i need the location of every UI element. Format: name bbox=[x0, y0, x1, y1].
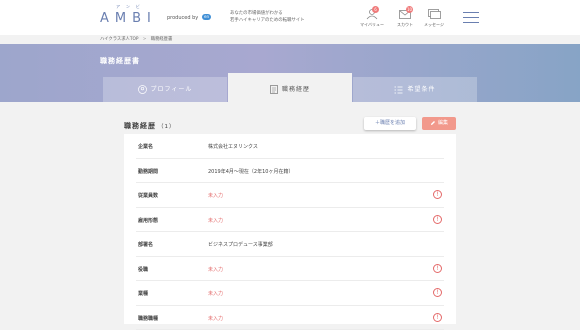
detail-row: 部署名 ビジネスプロデュース事業部 bbox=[136, 232, 444, 257]
breadcrumb-current: 職務経歴書 bbox=[151, 37, 172, 42]
site-header: アンビ AMBI produced by en あなたの市場価値がわかる 若手ハ… bbox=[0, 0, 580, 35]
document-icon bbox=[270, 85, 278, 94]
tagline: あなたの市場価値がわかる 若手ハイキャリアのための転職サイト bbox=[230, 10, 305, 24]
row-label: 企業名 bbox=[138, 143, 153, 150]
pencil-icon bbox=[430, 120, 436, 126]
row-value: 未入力 bbox=[208, 217, 223, 224]
edit-button[interactable]: 編集 bbox=[422, 117, 456, 130]
add-career-button[interactable]: ＋職歴を追加 bbox=[364, 117, 416, 130]
row-value: 2019年4月〜現在（2年10ヶ月在籍） bbox=[208, 168, 293, 175]
detail-row: 業種 未入力! bbox=[136, 281, 444, 306]
row-value: 株式会社エヌリンクス bbox=[208, 143, 258, 150]
nav-message-label: メッセージ bbox=[414, 22, 454, 28]
row-label: 勤務期間 bbox=[138, 168, 158, 175]
tab-career[interactable]: 職務経歴 bbox=[228, 73, 352, 102]
row-label: 部署名 bbox=[138, 241, 153, 248]
detail-row: 役職 未入力! bbox=[136, 257, 444, 282]
warning-icon: ! bbox=[433, 215, 442, 224]
row-value: 未入力 bbox=[208, 290, 223, 297]
detail-row: 従業員数 未入力! bbox=[136, 183, 444, 208]
detail-row: 勤務期間 2019年4月〜現在（2年10ヶ月在籍） bbox=[136, 159, 444, 184]
warning-icon: ! bbox=[433, 313, 442, 322]
edit-button-label: 編集 bbox=[438, 120, 448, 126]
produced-by-label: produced by bbox=[167, 15, 198, 21]
scout-badge: 10 bbox=[406, 6, 413, 13]
row-label: 従業員数 bbox=[138, 192, 158, 199]
profile-icon bbox=[138, 85, 147, 94]
tagline-line-2: 若手ハイキャリアのための転職サイト bbox=[230, 17, 305, 24]
section-title: 職務経歴（1） bbox=[124, 121, 176, 131]
my-value-badge: 6 bbox=[372, 6, 379, 13]
hamburger-menu-icon[interactable] bbox=[463, 12, 479, 24]
tab-career-label: 職務経歴 bbox=[282, 86, 310, 93]
tab-profile-label: プロフィール bbox=[151, 86, 193, 93]
tab-desired-conditions[interactable]: 希望条件 bbox=[353, 77, 477, 102]
row-label: 職務職種 bbox=[138, 315, 158, 322]
logo-ruby: アンビ bbox=[116, 4, 146, 10]
tab-profile[interactable]: プロフィール bbox=[103, 77, 227, 102]
row-label: 雇用形態 bbox=[138, 217, 158, 224]
warning-icon: ! bbox=[433, 190, 442, 199]
list-icon bbox=[394, 86, 403, 94]
page-title: 職務経歴書 bbox=[100, 56, 140, 66]
row-value: 未入力 bbox=[208, 192, 223, 199]
career-detail-card: 企業名 株式会社エヌリンクス勤務期間 2019年4月〜現在（2年10ヶ月在籍） 従業員… bbox=[124, 134, 456, 324]
nav-message[interactable]: メッセージ bbox=[414, 6, 454, 32]
tab-desired-label: 希望条件 bbox=[407, 86, 435, 93]
warning-icon: ! bbox=[433, 264, 442, 273]
row-value: 未入力 bbox=[208, 266, 223, 273]
detail-row: 企業名 株式会社エヌリンクス bbox=[136, 134, 444, 159]
section-title-text: 職務経歴 bbox=[124, 122, 156, 130]
breadcrumb-home[interactable]: ハイクラス求人TOP bbox=[100, 37, 138, 42]
detail-row: 職務職種 未入力! bbox=[136, 306, 444, 330]
row-label: 業種 bbox=[138, 290, 148, 297]
ambi-logo[interactable]: AMBI bbox=[100, 11, 157, 26]
en-logo: en bbox=[202, 14, 211, 20]
row-value: 未入力 bbox=[208, 315, 223, 322]
career-count: （1） bbox=[158, 124, 176, 130]
row-label: 役職 bbox=[138, 266, 148, 273]
row-value: ビジネスプロデュース事業部 bbox=[208, 241, 273, 248]
warning-icon: ! bbox=[433, 288, 442, 297]
detail-row: 雇用形態 未入力! bbox=[136, 208, 444, 233]
tagline-line-1: あなたの市場価値がわかる bbox=[230, 10, 305, 17]
breadcrumb: ハイクラス求人TOP > 職務経歴書 bbox=[100, 36, 172, 42]
breadcrumb-separator: > bbox=[143, 37, 147, 42]
message-icon bbox=[427, 8, 441, 20]
